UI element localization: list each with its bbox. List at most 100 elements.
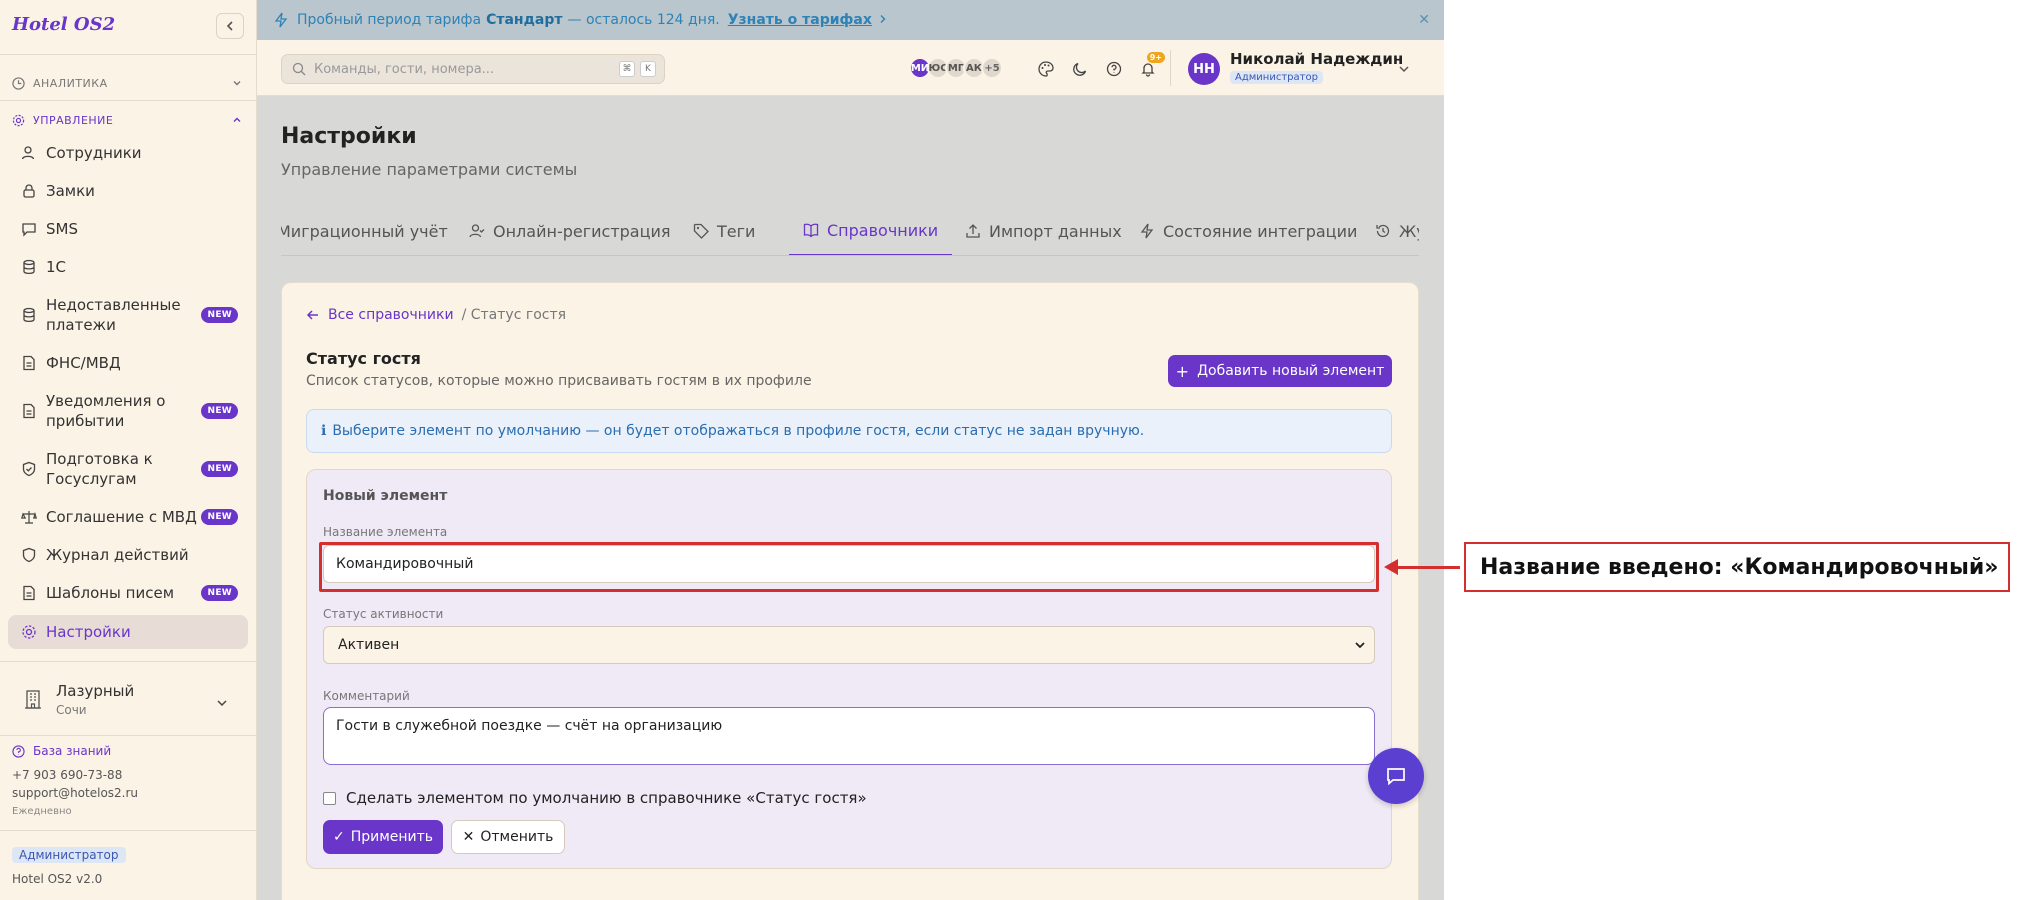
tab-label: Онлайн-регистрация	[493, 221, 671, 241]
clock-icon	[12, 76, 25, 90]
new-badge: NEW	[201, 509, 238, 525]
sidebar-item-arrival-notices[interactable]: Уведомления о прибытии NEW	[8, 388, 248, 434]
more-avatars[interactable]: +5	[981, 57, 1003, 79]
divider	[0, 100, 257, 101]
new-badge: NEW	[201, 403, 238, 419]
chevron-down-icon	[233, 81, 241, 86]
help-button[interactable]	[1101, 56, 1127, 82]
comment-label: Комментарий	[323, 689, 410, 703]
comment-textarea[interactable]: Гости в служебной поездке — счёт на орга…	[323, 707, 1375, 765]
chat-icon	[1387, 768, 1405, 786]
user-name[interactable]: Николай Надеждин	[1230, 50, 1403, 68]
banner-suffix: — осталось 124 дня.	[567, 12, 720, 28]
search-input[interactable]: Команды, гости, номера...	[314, 62, 619, 77]
chat-button[interactable]	[1368, 748, 1424, 804]
sidebar-item-action-log[interactable]: Журнал действий	[8, 540, 248, 570]
notifications-button[interactable]: 9+	[1135, 52, 1165, 82]
gear-icon	[20, 623, 38, 641]
sidebar-item-label: 1С	[46, 258, 67, 276]
close-banner-icon[interactable]: ✕	[1418, 12, 1430, 28]
tab-import[interactable]: Импорт данных	[965, 206, 1122, 255]
shield-check-icon	[20, 460, 38, 478]
default-checkbox-row[interactable]: Сделать элементом по умолчанию в справоч…	[323, 789, 867, 807]
document-icon	[20, 354, 38, 372]
database-icon	[20, 258, 38, 276]
scale-icon	[20, 508, 38, 526]
cancel-button[interactable]: ✕ Отменить	[451, 820, 565, 854]
tab-online-registration[interactable]: Онлайн-регистрация	[469, 206, 671, 255]
user-icon	[20, 144, 38, 162]
gear-icon	[12, 114, 25, 126]
tab-label: Состояние интеграции	[1163, 221, 1358, 241]
chevron-down-icon[interactable]	[1398, 60, 1410, 79]
arrow-left-icon	[306, 310, 318, 320]
sidebar-item-1c[interactable]: 1С	[8, 252, 248, 282]
section-label: УПРАВЛЕНИЕ	[33, 113, 114, 127]
command-search[interactable]: Команды, гости, номера... ⌘ K	[281, 54, 665, 84]
topbar: Команды, гости, номера... ⌘ K МИ ЮС МГ А…	[257, 40, 1444, 96]
sidebar-item-gosuslugi[interactable]: Подготовка к Госуслугам NEW	[8, 446, 248, 492]
dark-mode-button[interactable]	[1067, 56, 1093, 82]
kbd-k: K	[640, 61, 656, 77]
new-badge: NEW	[201, 307, 238, 323]
plus-icon: +	[1175, 361, 1190, 381]
tab-label: Миграционный учёт	[281, 221, 448, 241]
add-element-button[interactable]: + Добавить новый элемент	[1168, 355, 1392, 387]
sidebar-item-mvd-agreement[interactable]: Соглашение с МВД NEW	[8, 502, 248, 532]
app-version: Hotel OS2 v2.0	[12, 872, 103, 886]
tab-label: Импорт данных	[989, 221, 1122, 241]
support-phone[interactable]: +7 903 690-73-88	[12, 768, 122, 782]
section-management[interactable]: УПРАВЛЕНИЕ	[12, 111, 242, 129]
knowledge-base-link[interactable]: База знаний	[12, 744, 111, 758]
theme-palette-button[interactable]	[1033, 56, 1059, 82]
tab-journal[interactable]: Журнал	[1375, 206, 1419, 255]
page-subtitle: Управление параметрами системы	[281, 160, 578, 179]
lightning-icon	[1140, 223, 1154, 239]
section-subtitle: Список статусов, которые можно присваива…	[306, 373, 812, 389]
status-select[interactable]: Активен	[323, 626, 1375, 664]
hotel-name: Лазурный	[56, 682, 135, 700]
back-to-dictionaries-link[interactable]: Все справочники	[306, 307, 454, 323]
chevron-right-icon	[878, 12, 887, 28]
chevron-left-icon	[226, 21, 233, 31]
support-schedule: Ежедневно	[12, 806, 72, 817]
sidebar-item-locks[interactable]: Замки	[8, 176, 248, 206]
lock-icon	[20, 182, 38, 200]
default-checkbox[interactable]	[323, 791, 336, 805]
online-users[interactable]: МИ ЮС МГ АК +5	[909, 57, 1003, 79]
tab-integration-status[interactable]: Состояние интеграции	[1139, 206, 1358, 255]
sidebar-item-fns-mvd[interactable]: ФНС/МВД	[8, 348, 248, 378]
sidebar-item-undelivered-payments[interactable]: Недоставленные платежи NEW	[8, 292, 248, 338]
sidebar-item-settings[interactable]: Настройки	[8, 615, 248, 649]
pricing-link[interactable]: Узнать о тарифах	[728, 12, 872, 28]
sidebar-item-sms[interactable]: SMS	[8, 214, 248, 244]
tab-migration[interactable]: Миграционный учёт	[281, 206, 448, 255]
lightning-icon	[274, 12, 288, 28]
sidebar-item-label: Уведомления о прибытии	[46, 392, 166, 430]
sidebar-item-label: Недоставленные платежи	[46, 296, 181, 334]
breadcrumb: Все справочники / Статус гостя	[306, 307, 566, 323]
support-email[interactable]: support@hotelos2.ru	[12, 786, 138, 800]
app-logo[interactable]: Hotel OS2	[12, 14, 115, 35]
apply-button[interactable]: ✓ Применить	[323, 820, 443, 854]
tab-tags[interactable]: Теги	[693, 206, 755, 255]
page-title: Настройки	[281, 124, 417, 149]
check-icon: ✓	[332, 829, 345, 845]
search-icon	[292, 62, 306, 76]
hotel-city: Сочи	[56, 703, 87, 717]
annotation-arrow	[1394, 566, 1460, 569]
status-label: Статус активности	[323, 607, 444, 621]
section-analytics[interactable]: АНАЛИТИКА	[12, 74, 242, 92]
user-check-icon	[469, 224, 485, 238]
user-avatar[interactable]: НН	[1188, 53, 1220, 85]
sidebar: Hotel OS2 АНАЛИТИКА УПРАВЛЕНИЕ Сотрудник…	[0, 0, 257, 900]
tab-dictionaries[interactable]: Справочники	[789, 206, 953, 255]
sidebar-item-mail-templates[interactable]: Шаблоны писем NEW	[8, 578, 248, 608]
collapse-sidebar-button[interactable]	[216, 13, 244, 39]
highlight-box	[319, 542, 1379, 592]
sidebar-item-label: Журнал действий	[46, 546, 189, 564]
sidebar-item-employees[interactable]: Сотрудники	[8, 138, 248, 168]
hotel-switcher[interactable]: Лазурный Сочи	[8, 672, 248, 728]
upload-icon	[966, 224, 980, 238]
name-label: Название элемента	[323, 525, 448, 539]
